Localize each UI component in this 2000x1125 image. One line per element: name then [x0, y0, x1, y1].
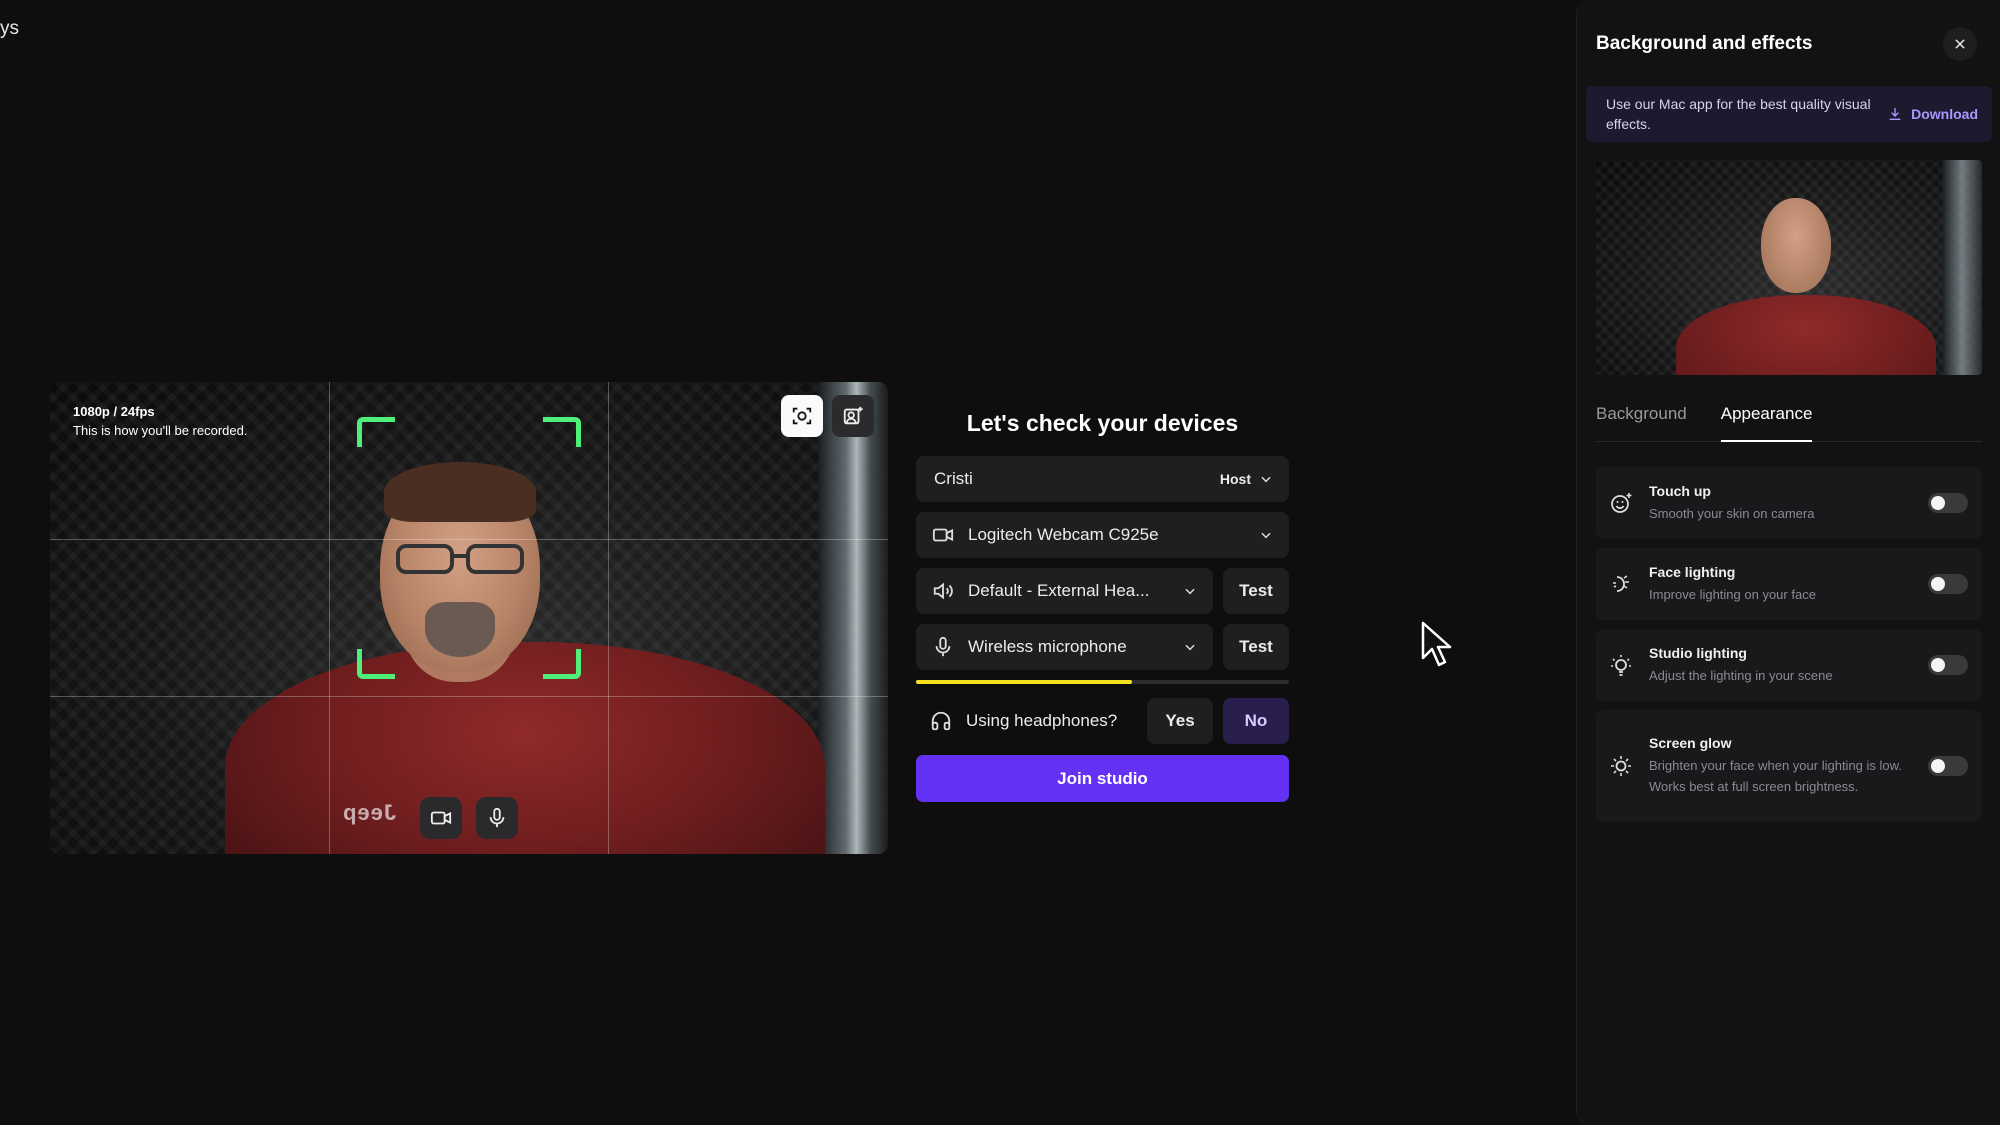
face-frame-corner	[357, 649, 395, 679]
speaker-icon	[933, 582, 953, 600]
mic-level-meter	[916, 680, 1289, 684]
person-head	[1761, 198, 1831, 293]
effects-button[interactable]	[832, 395, 874, 437]
effect-description: Smooth your skin on camera	[1649, 505, 1815, 521]
background-door	[818, 382, 888, 854]
mac-app-banner: Use our Mac app for the best quality vis…	[1586, 86, 1992, 142]
grid-line	[50, 539, 888, 540]
sun-icon	[1611, 756, 1631, 776]
effects-tabs: Background Appearance	[1596, 402, 1982, 442]
tab-background[interactable]: Background	[1596, 402, 1687, 442]
window-title-fragment: ys	[0, 18, 19, 39]
role-select[interactable]: Host	[1220, 471, 1251, 487]
focus-frame-icon	[792, 407, 812, 425]
close-icon	[1955, 39, 1965, 49]
display-name-field[interactable]: Cristi Host	[916, 456, 1289, 502]
mic-level-fill	[916, 680, 1133, 684]
headphones-question: Using headphones? Yes No	[916, 698, 1289, 744]
recording-info: 1080p / 24fps This is how you'll be reco…	[73, 402, 247, 440]
microphone-select[interactable]: Wireless microphone	[916, 624, 1213, 670]
face-frame-corner	[357, 417, 395, 447]
device-check-title: Let's check your devices	[966, 410, 1239, 436]
video-camera-icon	[932, 528, 954, 542]
face-frame-corner	[543, 417, 581, 447]
panel-title: Background and effects	[1596, 33, 1813, 54]
grid-line	[329, 382, 330, 854]
touch-up-toggle[interactable]	[1928, 493, 1968, 513]
chevron-down-icon	[1185, 644, 1195, 651]
person-beard	[425, 602, 495, 657]
display-name-value: Cristi	[934, 469, 973, 488]
headphones-yes-button[interactable]: Yes	[1147, 698, 1213, 744]
mic-toggle-button[interactable]	[476, 797, 518, 839]
camera-toggle-button[interactable]	[420, 797, 462, 839]
download-icon	[1889, 108, 1901, 120]
camera-preview: Jeep 1080p / 24fps This is how you'll be…	[50, 382, 888, 854]
speaker-select[interactable]: Default - External Hea...	[916, 568, 1213, 614]
shirt-logo: Jeep	[342, 800, 397, 825]
close-panel-button[interactable]	[1943, 27, 1977, 61]
chevron-down-icon	[1261, 476, 1271, 483]
bulb-icon	[1611, 655, 1631, 676]
recording-note: This is how you'll be recorded.	[73, 423, 248, 438]
effect-title: Face lighting	[1649, 563, 1736, 580]
banner-text: Use our Mac app for the best quality vis…	[1606, 96, 1871, 132]
grid-line	[50, 696, 888, 697]
effect-title: Screen glow	[1649, 735, 1732, 751]
headphones-icon	[931, 711, 951, 731]
speaker-select-value: Default - External Hea...	[968, 581, 1150, 600]
effect-title: Studio lighting	[1649, 644, 1747, 661]
microphone-select-value: Wireless microphone	[968, 637, 1127, 656]
tab-appearance[interactable]: Appearance	[1720, 402, 1813, 442]
speaker-test-button[interactable]: Test	[1223, 568, 1289, 614]
effect-title: Touch up	[1649, 482, 1711, 499]
effect-studio-lighting: Studio lighting Adjust the lighting in y…	[1596, 629, 1982, 701]
headphones-no-button[interactable]: No	[1223, 698, 1289, 744]
effect-description: Brighten your face when your lighting is…	[1649, 758, 1902, 794]
camera-select-value: Logitech Webcam C925e	[968, 525, 1159, 544]
mouse-cursor-icon	[1421, 621, 1452, 667]
face-light-icon	[1613, 575, 1629, 592]
effect-face-lighting: Face lighting Improve lighting on your f…	[1596, 548, 1982, 620]
effects-panel: Background and effects Use our Mac app f…	[1576, 0, 2000, 1125]
download-link[interactable]: Download	[1887, 106, 1978, 122]
resolution-label: 1080p / 24fps	[73, 404, 155, 419]
headphones-label: Using headphones?	[966, 711, 1118, 730]
device-check-panel: Let's check your devices Cristi Host Log…	[916, 410, 1289, 802]
join-studio-button[interactable]: Join studio	[916, 755, 1289, 802]
download-label: Download	[1911, 106, 1978, 122]
image-sparkle-icon	[843, 406, 863, 425]
person-hair	[384, 462, 536, 522]
studio-lighting-toggle[interactable]	[1928, 655, 1968, 675]
effects-preview	[1596, 160, 1982, 375]
glasses-graphic	[396, 544, 524, 574]
face-lighting-toggle[interactable]	[1928, 574, 1968, 594]
chevron-down-icon	[1261, 532, 1271, 539]
chevron-down-icon	[1185, 588, 1195, 595]
effect-screen-glow: Screen glow Brighten your face when your…	[1596, 710, 1982, 822]
smile-sparkle-icon	[1611, 493, 1632, 513]
face-frame-corner	[543, 649, 581, 679]
microphone-icon	[489, 807, 505, 828]
effect-description: Adjust the lighting in your scene	[1649, 667, 1833, 683]
framing-button[interactable]	[781, 395, 823, 437]
grid-line	[608, 382, 609, 854]
microphone-test-button[interactable]: Test	[1223, 624, 1289, 670]
effect-description: Improve lighting on your face	[1649, 586, 1816, 602]
background-door	[1942, 160, 1982, 375]
effect-touch-up: Touch up Smooth your skin on camera	[1596, 467, 1982, 539]
video-camera-icon	[430, 811, 452, 825]
camera-select[interactable]: Logitech Webcam C925e	[916, 512, 1289, 558]
screen-glow-toggle[interactable]	[1928, 756, 1968, 776]
microphone-icon	[935, 636, 951, 657]
